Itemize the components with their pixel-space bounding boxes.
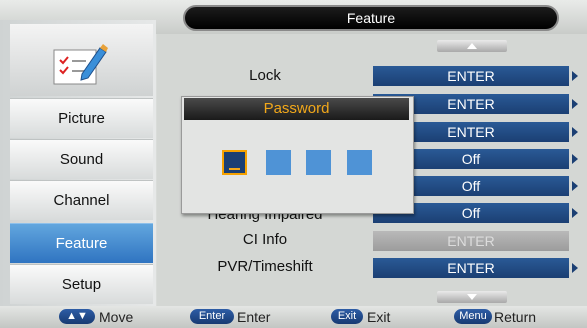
password-digit-1[interactable] bbox=[222, 150, 247, 175]
exit-key-badge: Exit bbox=[331, 309, 363, 324]
scroll-down-button[interactable] bbox=[437, 291, 507, 303]
chevron-up-icon bbox=[467, 43, 477, 49]
password-digit-4[interactable] bbox=[347, 150, 372, 175]
password-digit-2[interactable] bbox=[266, 150, 291, 175]
row-label: CI Info bbox=[242, 231, 288, 248]
scroll-up-button[interactable] bbox=[437, 40, 507, 52]
sidebar-item-setup[interactable]: Setup bbox=[10, 264, 153, 304]
move-hint: Move bbox=[99, 309, 134, 325]
move-key-badge: ▲▼ bbox=[59, 309, 95, 324]
cursor-icon bbox=[229, 168, 240, 170]
return-hint: Return bbox=[494, 309, 537, 325]
sidebar-item-picture[interactable]: Picture bbox=[10, 98, 153, 138]
menu-key-badge: Menu bbox=[454, 309, 492, 324]
sidebar-item-sound[interactable]: Sound bbox=[10, 139, 153, 179]
chevron-down-icon bbox=[467, 294, 477, 300]
checklist-icon bbox=[52, 42, 108, 86]
row-label: Lock bbox=[249, 67, 281, 84]
exit-hint: Exit bbox=[367, 309, 391, 325]
password-digit-3[interactable] bbox=[306, 150, 331, 175]
dialog-title: Password bbox=[184, 98, 409, 120]
sidebar-item-feature[interactable]: Feature bbox=[10, 223, 153, 263]
enter-key-badge: Enter bbox=[190, 309, 234, 324]
enter-hint: Enter bbox=[237, 309, 271, 325]
row-label: PVR/Timeshift bbox=[217, 258, 313, 275]
sidebar-item-channel[interactable]: Channel bbox=[10, 180, 153, 220]
page-title: Feature bbox=[183, 5, 559, 31]
menu-row-ci-info[interactable]: CI Info bbox=[157, 226, 587, 253]
menu-row-lock[interactable]: Lock bbox=[157, 62, 587, 89]
menu-row-pvr-timeshift[interactable]: PVR/Timeshift bbox=[157, 253, 587, 280]
